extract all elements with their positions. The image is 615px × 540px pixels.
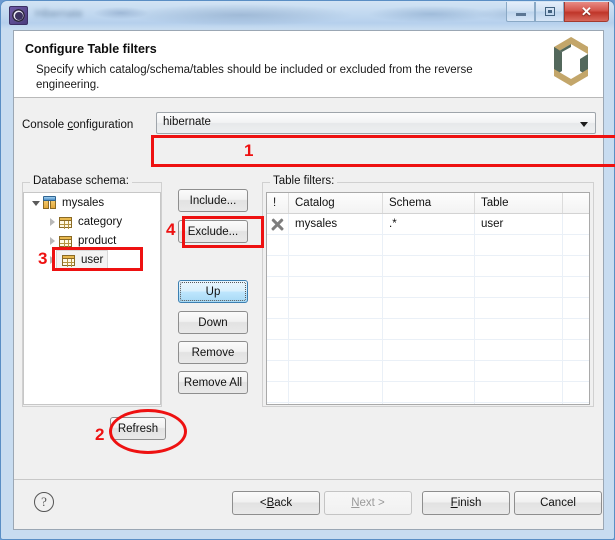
column-header-schema[interactable]: Schema (383, 193, 475, 213)
minimize-button[interactable] (506, 2, 535, 22)
close-icon: ✕ (581, 4, 592, 19)
finish-button[interactable]: Finish (422, 491, 510, 515)
footer-divider (14, 479, 603, 480)
maximize-button[interactable] (535, 2, 564, 22)
exclude-x-icon (270, 217, 285, 231)
table-row-empty (267, 319, 589, 340)
app-gear-icon (9, 6, 28, 25)
chevron-down-icon (580, 122, 588, 127)
annotation-number-2: 2 (95, 425, 105, 444)
tree-item-mysales[interactable]: mysales (24, 193, 160, 212)
wizard-header: Configure Table filters Specify which ca… (14, 31, 603, 98)
table-row-empty (267, 340, 589, 361)
include-button[interactable]: Include... (178, 189, 248, 212)
window-title: Hibernate (35, 8, 83, 20)
next-button[interactable]: Next > (324, 491, 412, 515)
maximize-icon (544, 7, 555, 16)
console-configuration-value: hibernate (163, 116, 211, 128)
annotation-number-1: 1 (244, 141, 254, 160)
table-row-empty (267, 361, 589, 382)
back-button[interactable]: < Back (232, 491, 320, 515)
table-row-empty (267, 403, 589, 404)
expand-collapse-icon[interactable] (30, 199, 42, 206)
table-icon (58, 215, 74, 229)
tree-item-label: category (78, 215, 123, 228)
column-header-spacer[interactable] (563, 193, 589, 213)
database-schema-tree[interactable]: mysales category product user (23, 192, 161, 405)
row-table-cell: user (475, 214, 563, 234)
table-icon (61, 253, 77, 267)
row-schema-cell: .* (383, 214, 475, 234)
remove-button[interactable]: Remove (178, 341, 248, 364)
tree-item-product[interactable]: product (24, 231, 160, 250)
table-row-empty (267, 382, 589, 403)
exclude-button[interactable]: Exclude... (178, 220, 248, 243)
row-catalog-cell: mysales (289, 214, 383, 234)
annotation-box-1 (151, 135, 615, 167)
cancel-button[interactable]: Cancel (514, 491, 602, 515)
console-configuration-label: Console configuration (22, 119, 134, 131)
console-configuration-combo[interactable]: hibernate (156, 112, 596, 134)
table-filters-grid[interactable]: ! Catalog Schema Table mysales .* user (266, 192, 590, 405)
table-row-empty (267, 256, 589, 277)
database-schema-label: Database schema: (30, 175, 132, 187)
move-up-label: Up (205, 285, 221, 298)
table-row-empty (267, 298, 589, 319)
hibernate-logo (554, 37, 588, 86)
database-icon (42, 195, 58, 210)
dialog-client-area: Configure Table filters Specify which ca… (13, 30, 615, 530)
close-button[interactable]: ✕ (564, 2, 609, 22)
column-header-catalog[interactable]: Catalog (289, 193, 383, 213)
expand-collapse-icon[interactable] (46, 236, 58, 245)
table-icon (58, 234, 74, 248)
table-row-empty (267, 277, 589, 298)
table-header-row: ! Catalog Schema Table (267, 193, 589, 214)
row-flag-cell (267, 214, 289, 234)
row-spacer-cell (563, 214, 589, 234)
table-row-empty (267, 235, 589, 256)
dialog-window: Hibernate ✕ Configure Table filters Spec… (0, 0, 615, 540)
expand-collapse-icon[interactable] (46, 217, 58, 226)
tree-item-label: mysales (62, 196, 105, 209)
remove-all-button[interactable]: Remove All (178, 371, 248, 394)
tree-item-user[interactable]: user (24, 250, 160, 269)
title-bar[interactable]: Hibernate ✕ (1, 1, 615, 30)
help-icon[interactable]: ? (34, 492, 54, 512)
refresh-button[interactable]: Refresh (110, 417, 166, 440)
page-title: Configure Table filters (25, 42, 157, 56)
table-row[interactable]: mysales .* user (267, 214, 589, 235)
column-header-table[interactable]: Table (475, 193, 563, 213)
move-up-button[interactable]: Up (178, 280, 248, 303)
table-filters-label: Table filters: (270, 175, 338, 187)
tree-item-label: user (81, 253, 104, 266)
page-description: Specify which catalog/schema/tables shou… (36, 64, 473, 91)
move-down-button[interactable]: Down (178, 311, 248, 334)
minimize-icon (515, 13, 526, 16)
column-header-flag[interactable]: ! (267, 193, 289, 213)
tree-item-label: product (78, 234, 117, 247)
tree-item-category[interactable]: category (24, 212, 160, 231)
annotation-number-4: 4 (166, 220, 176, 239)
